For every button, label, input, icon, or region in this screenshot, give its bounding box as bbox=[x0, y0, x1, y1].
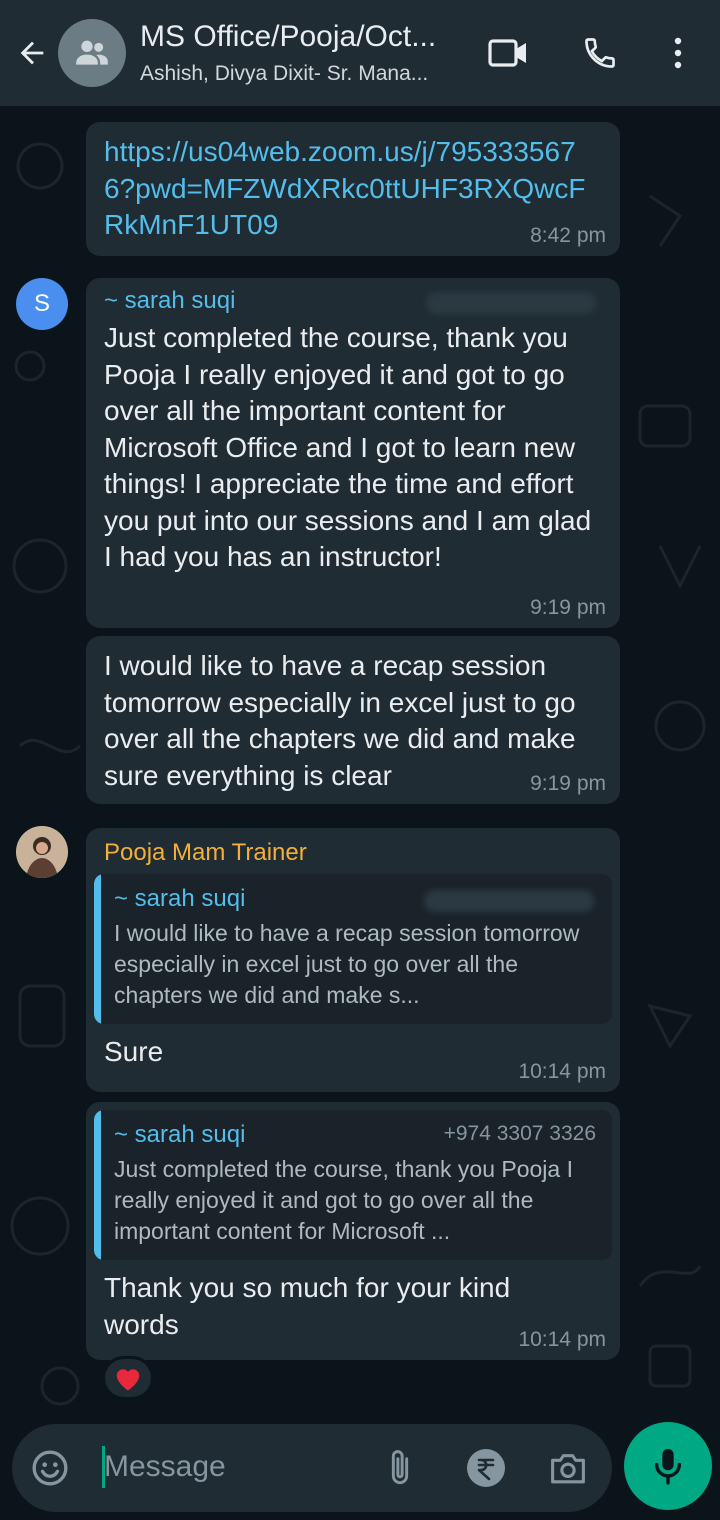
message-input[interactable]: Message bbox=[104, 1450, 226, 1484]
mic-icon bbox=[654, 1449, 682, 1485]
message-bubble[interactable]: https://us04web.zoom.us/j/7953335676?pwd… bbox=[86, 122, 620, 256]
sender-name[interactable]: Pooja Mam Trainer bbox=[94, 834, 612, 874]
more-vert-icon bbox=[674, 37, 682, 69]
quoted-message[interactable]: ~ sarah suqi I would like to have a reca… bbox=[94, 874, 612, 1024]
chat-participants: Ashish, Divya Dixit- Sr. Mana... bbox=[140, 62, 429, 85]
avatar[interactable]: S bbox=[16, 278, 68, 330]
emoji-button[interactable] bbox=[28, 1446, 72, 1490]
more-options-button[interactable] bbox=[658, 33, 698, 73]
zoom-link[interactable]: https://us04web.zoom.us/j/7953335676?pwd… bbox=[104, 134, 604, 244]
quoted-text: I would like to have a recap session tom… bbox=[114, 920, 580, 1008]
emoji-icon bbox=[32, 1450, 68, 1486]
avatar-initial: S bbox=[33, 290, 50, 317]
chat-header: MS Office/Pooja/Oct... Ashish, Divya Dix… bbox=[0, 0, 720, 106]
group-avatar[interactable] bbox=[58, 19, 126, 87]
message-bubble[interactable]: Pooja Mam Trainer ~ sarah suqi I would l… bbox=[86, 828, 620, 1092]
message-time: 10:14 pm bbox=[518, 1328, 606, 1351]
message-list[interactable]: https://us04web.zoom.us/j/7953335676?pwd… bbox=[0, 106, 720, 1422]
group-icon bbox=[76, 40, 108, 65]
rupee-icon bbox=[467, 1449, 505, 1487]
phone-icon bbox=[585, 38, 615, 68]
avatar[interactable] bbox=[16, 826, 68, 878]
message-text: Just completed the course, thank you Poo… bbox=[104, 322, 599, 572]
attach-button[interactable] bbox=[380, 1446, 420, 1490]
camera-icon bbox=[551, 1454, 585, 1484]
back-button[interactable] bbox=[6, 0, 58, 106]
video-call-button[interactable] bbox=[488, 33, 528, 73]
payment-button[interactable] bbox=[464, 1446, 508, 1490]
voice-record-button[interactable] bbox=[624, 1422, 712, 1510]
quoted-message[interactable]: ~ sarah suqi +974 3307 3326 Just complet… bbox=[94, 1110, 612, 1260]
camera-button[interactable] bbox=[546, 1446, 590, 1490]
message-text: I would like to have a recap session tom… bbox=[104, 650, 584, 791]
message-bubble[interactable]: ~ sarah suqi Just completed the course, … bbox=[86, 278, 620, 628]
profile-photo-icon bbox=[16, 826, 68, 878]
message-time: 8:42 pm bbox=[530, 224, 606, 247]
message-time: 9:19 pm bbox=[530, 596, 606, 619]
attach-icon bbox=[391, 1450, 409, 1485]
chat-title-block[interactable]: MS Office/Pooja/Oct... Ashish, Divya Dix… bbox=[140, 18, 470, 88]
message-bubble[interactable]: I would like to have a recap session tom… bbox=[86, 636, 620, 804]
quoted-text: Just completed the course, thank you Poo… bbox=[114, 1156, 573, 1244]
message-bubble[interactable]: ~ sarah suqi +974 3307 3326 Just complet… bbox=[86, 1102, 620, 1360]
heart-icon bbox=[116, 1369, 140, 1391]
reaction-badge[interactable] bbox=[102, 1356, 154, 1400]
message-composer: Message bbox=[12, 1424, 612, 1512]
quoted-phone: +974 3307 3326 bbox=[443, 1122, 596, 1145]
back-arrow-icon bbox=[20, 41, 44, 65]
quoted-phone-blurred bbox=[424, 890, 594, 912]
voice-call-button[interactable] bbox=[580, 33, 620, 73]
video-call-icon bbox=[488, 39, 526, 67]
message-time: 9:19 pm bbox=[530, 772, 606, 795]
chat-title: MS Office/Pooja/Oct... bbox=[140, 20, 437, 53]
message-text: Thank you so much for your kind words bbox=[104, 1272, 518, 1340]
message-time: 10:14 pm bbox=[518, 1060, 606, 1083]
sender-phone-blurred bbox=[426, 292, 596, 314]
